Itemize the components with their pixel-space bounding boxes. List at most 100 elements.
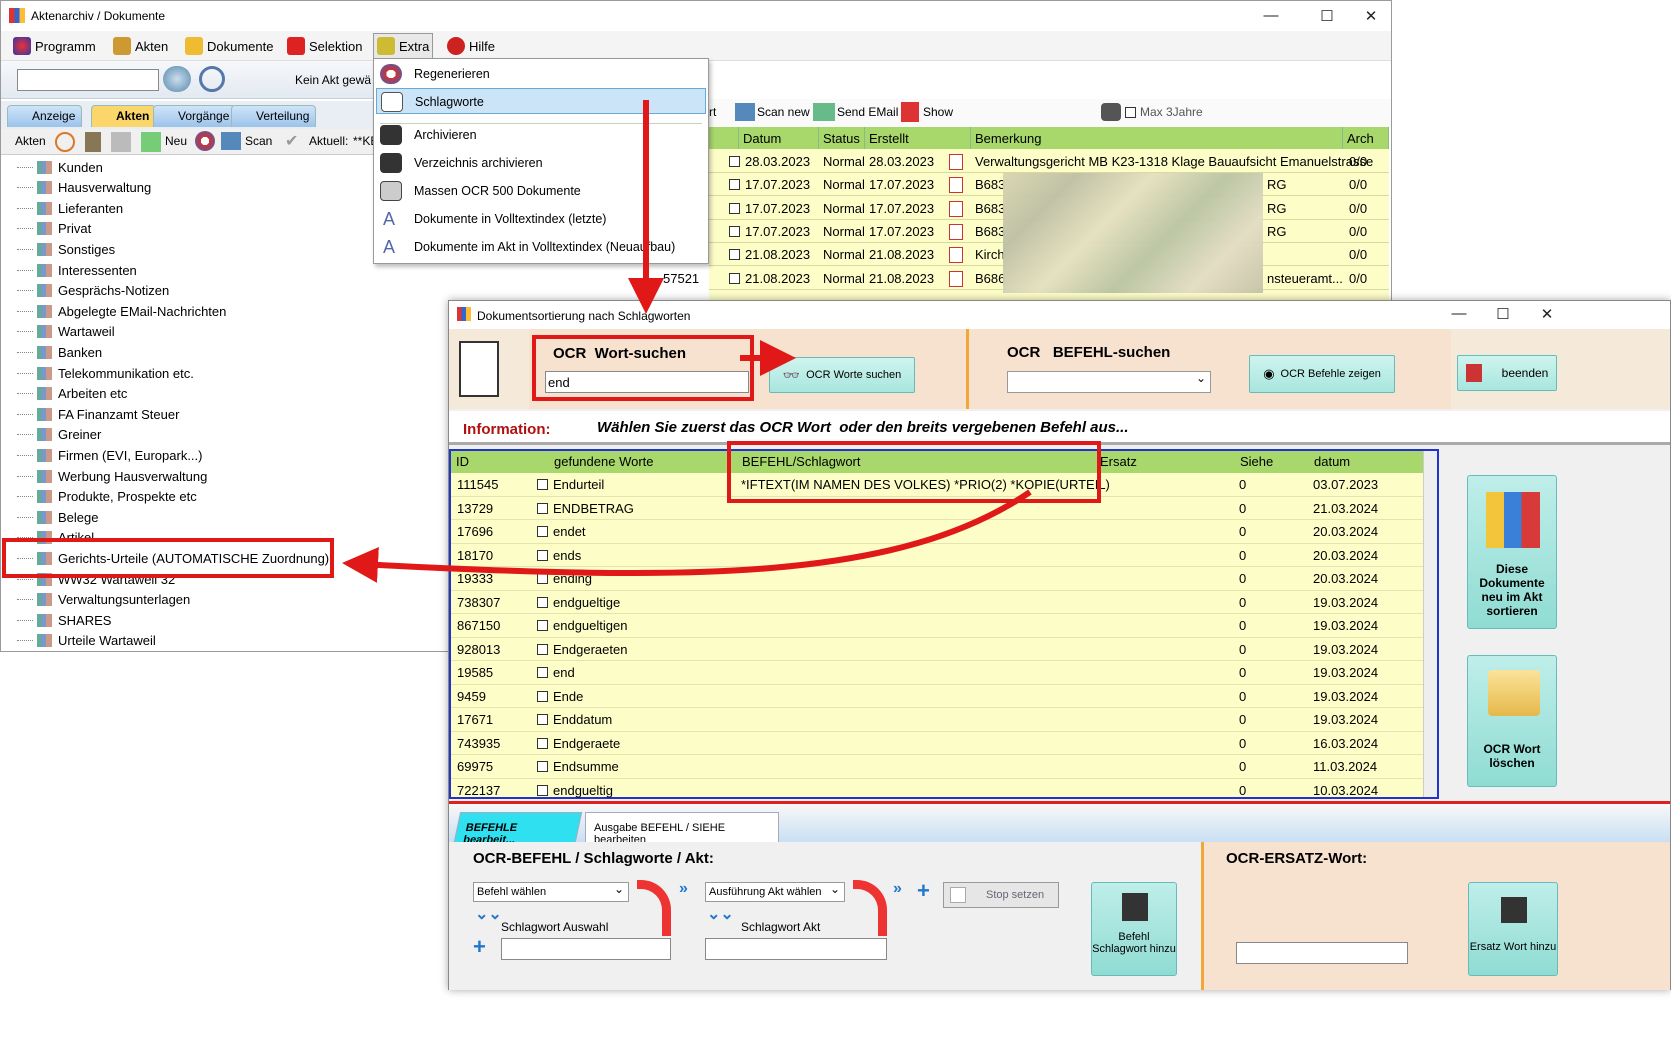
row-checkbox[interactable] [537, 761, 548, 772]
row-checkbox[interactable] [537, 620, 548, 631]
check-icon[interactable]: ✔ [285, 131, 298, 151]
show-button[interactable]: Show [923, 105, 953, 119]
ocr-word-row[interactable]: 19585 end 0 19.03.2024 [451, 661, 1423, 685]
ersatz-hinzu-button[interactable]: Ersatz Wort hinzu [1468, 882, 1558, 976]
search-icon[interactable] [163, 66, 191, 92]
grid-scrollbar[interactable] [1423, 451, 1437, 797]
befehl-hinzu-button[interactable]: Befehl Schlagwort hinzu [1091, 882, 1177, 976]
pdf-icon[interactable] [949, 177, 963, 194]
tree-item[interactable]: Gesprächs-Notizen [7, 281, 169, 301]
close-icon[interactable]: ✕ [1537, 305, 1557, 323]
pdf-icon[interactable] [901, 102, 919, 122]
menu-akten[interactable]: Akten [113, 37, 168, 55]
ocr-word-row[interactable]: 928013 Endgeraeten 0 19.03.2024 [451, 638, 1423, 661]
row-checkbox[interactable] [537, 549, 548, 561]
col-header-status[interactable]: Status [819, 127, 865, 149]
menu-dokumente[interactable]: Dokumente [185, 37, 273, 55]
col-header-siehe[interactable]: Siehe [1235, 451, 1309, 473]
row-checkbox[interactable] [537, 714, 548, 725]
add-icon[interactable] [141, 132, 161, 152]
binoculars-icon[interactable] [1101, 103, 1121, 121]
row-checkbox[interactable] [729, 249, 740, 261]
tree-item[interactable]: Greiner [7, 425, 101, 445]
col-header-ersatz[interactable]: Ersatz [1095, 451, 1235, 473]
ersatz-wort-input[interactable] [1236, 942, 1408, 964]
scan-new-button[interactable]: Scan new [757, 105, 810, 119]
max3-checkbox[interactable] [1125, 107, 1136, 118]
scanner-icon[interactable] [735, 103, 755, 121]
tree-item[interactable]: Privat [7, 219, 91, 239]
close-icon[interactable]: ✕ [1361, 7, 1381, 25]
row-checkbox[interactable] [729, 179, 740, 191]
quick-search-input[interactable] [17, 69, 159, 91]
schlagwort-auswahl-input[interactable] [501, 938, 671, 960]
tree-item[interactable]: Urteile Wartaweil [7, 631, 156, 651]
menu-item-archivieren[interactable]: Archivieren [376, 122, 706, 148]
tree-item[interactable]: Abgelegte EMail-Nachrichten [7, 301, 226, 321]
tab-verteilung[interactable]: Verteilung [231, 105, 317, 127]
email-icon[interactable] [813, 103, 835, 121]
pdf-icon[interactable] [949, 200, 963, 217]
ocr-word-row[interactable]: 17671 Enddatum 0 19.03.2024 [451, 708, 1423, 732]
tree-item[interactable]: Verwaltungsunterlagen [7, 590, 190, 610]
menu-item-volltextindex-neuaufbau[interactable]: A Dokumente im Akt in Volltextindex (Neua… [376, 234, 706, 260]
col-header-erstellt[interactable]: Erstellt [865, 127, 971, 149]
minimize-icon[interactable]: — [1449, 305, 1469, 322]
row-checkbox[interactable] [537, 596, 548, 608]
tree-item[interactable]: Hausverwaltung [7, 178, 151, 198]
tree-item[interactable]: Produkte, Prospekte etc [7, 487, 197, 507]
ocr-worte-suchen-button[interactable]: 👓 OCR Worte suchen [769, 357, 915, 393]
maximize-icon[interactable]: ☐ [1317, 7, 1337, 25]
row-checkbox[interactable] [729, 225, 740, 237]
tree-item[interactable]: Interessenten [7, 260, 137, 280]
col-header-bemerkung[interactable]: Bemerkung [971, 127, 1343, 149]
menu-item-volltextindex-letzte[interactable]: A Dokumente in Volltextindex (letzte) [376, 206, 706, 232]
befehl-select[interactable] [1007, 371, 1211, 393]
row-checkbox[interactable] [537, 737, 548, 749]
plus-icon[interactable]: + [917, 878, 930, 904]
ocr-befehle-zeigen-button[interactable]: ◉ OCR Befehle zeigen [1249, 355, 1395, 393]
scan-button[interactable]: Scan [245, 134, 272, 148]
tree-item[interactable]: Wartaweil [7, 322, 115, 342]
tree-item[interactable]: Banken [7, 342, 102, 362]
col-header-datum[interactable]: Datum [739, 127, 819, 149]
ocr-word-row[interactable]: 18170 ends 0 20.03.2024 [451, 544, 1423, 567]
tree-item[interactable]: Arbeiten etc [7, 384, 127, 404]
menu-item-schlagworte[interactable]: Schlagworte [376, 88, 706, 114]
refresh-icon[interactable] [195, 131, 215, 151]
col-header-gefundene-worte[interactable]: gefundene Worte [549, 451, 737, 473]
tree-item[interactable]: Werbung Hausverwaltung [7, 466, 207, 486]
document-row[interactable]: 28.03.2023 Normal 28.03.2023 Verwaltungsger… [709, 150, 1389, 173]
tree-item[interactable]: FA Finanzamt Steuer [7, 404, 179, 424]
neu-button[interactable]: Neu [165, 134, 187, 148]
tab-ausgabe-befehl[interactable]: Ausgabe BEFEHL / SIEHE bearbeiten [585, 812, 779, 846]
befehl-waehlen-select[interactable]: Befehl wählen [473, 882, 629, 902]
tree-item[interactable]: Firmen (EVI, Europark...) [7, 445, 202, 465]
magnifier-icon[interactable] [199, 66, 225, 92]
col-header-id[interactable]: ID [451, 451, 549, 473]
menu-programm[interactable]: Programm [13, 37, 96, 55]
pdf-icon[interactable] [949, 154, 963, 170]
clock-icon[interactable] [55, 132, 75, 152]
row-checkbox[interactable] [537, 573, 548, 584]
col-header-datum[interactable]: datum [1309, 451, 1423, 473]
tree-item[interactable]: Telekommunikation etc. [7, 363, 194, 383]
menu-selektion[interactable]: Selektion [287, 37, 362, 55]
ocr-word-row[interactable]: 17696 endet 0 20.03.2024 [451, 520, 1423, 544]
row-checkbox[interactable] [537, 690, 548, 702]
tree-item[interactable]: SHARES [7, 610, 111, 630]
menu-hilfe[interactable]: Hilfe [447, 37, 495, 55]
ocr-word-row[interactable]: 867150 endgueltigen 0 19.03.2024 [451, 614, 1423, 638]
scanner-icon[interactable] [221, 132, 241, 150]
tab-vorgaenge[interactable]: Vorgänge [153, 105, 237, 127]
row-checkbox[interactable] [537, 643, 548, 655]
ausfuehrung-akt-select[interactable]: Ausführung Akt wählen [705, 882, 845, 902]
plus-icon[interactable]: + [473, 934, 486, 960]
ocr-word-row[interactable]: 722137 endgueltig 0 10.03.2024 [451, 779, 1423, 802]
row-checkbox[interactable] [537, 526, 548, 537]
stop-setzen-button[interactable]: Stop setzen [943, 882, 1059, 908]
row-checkbox[interactable] [729, 202, 740, 214]
row-checkbox[interactable] [537, 479, 548, 490]
beenden-button[interactable]: beenden [1457, 355, 1557, 391]
tree-item[interactable]: Kunden [7, 157, 103, 177]
